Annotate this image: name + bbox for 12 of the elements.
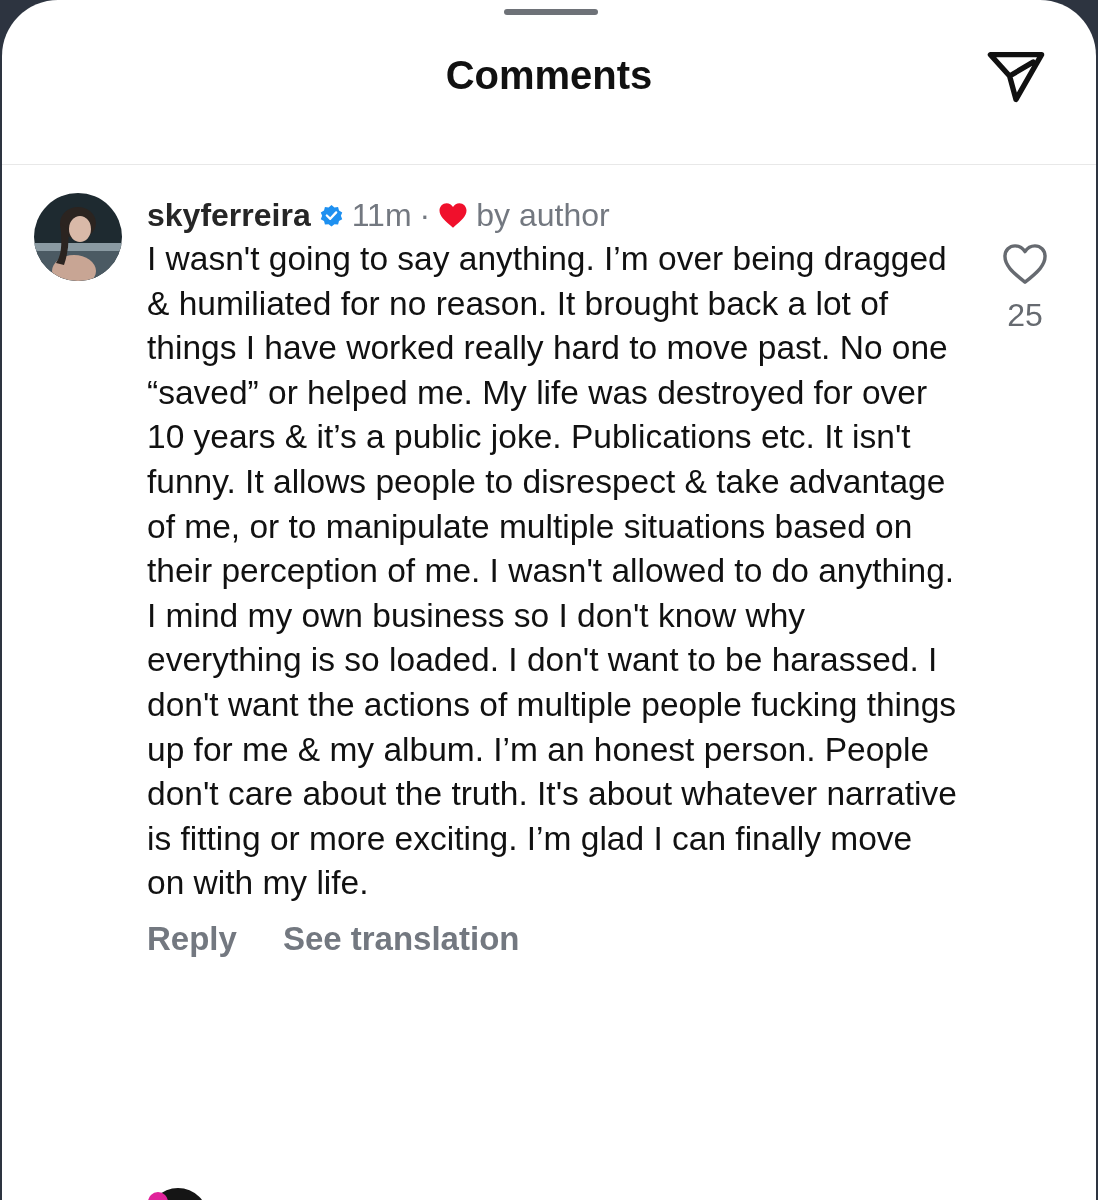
sheet-title: Comments <box>445 52 653 98</box>
like-heart-icon[interactable] <box>1002 243 1048 285</box>
comment-text: I wasn't going to say anything. I’m over being dragged & humiliated for no reason. It brought back a lot of things I have worked really hard to move past. No one “saved” or helped me. My life was destroyed for over 10 years & it’s a public joke. Publications etc. It isn't funny. It allows people to disrespect & take advantage of me, or to manipulate multiple situations based on their perception of me. I wasn't allowed to do anything. I mind my own business so I don't know why everything is so loaded. I don't want to be harassed. I don't want the actions of multiple people fucking things up for me & my album. I’m an honest person. People don't care about the truth. It's about whatever narrative is fitting or more exciting. I’m glad I can finally move on with my life. <box>147 239 957 904</box>
comment-time: 11m <box>351 196 412 234</box>
username[interactable]: skyferreira <box>147 196 311 234</box>
comment-action-link[interactable]: See translation <box>282 919 520 958</box>
drag-handle[interactable] <box>504 9 598 15</box>
heart-icon <box>438 201 469 229</box>
comment-action-link[interactable]: Reply <box>147 919 237 958</box>
like-count: 25 <box>1007 297 1043 334</box>
author-like-label: by author <box>476 196 610 234</box>
separator-dot: · <box>419 196 431 234</box>
